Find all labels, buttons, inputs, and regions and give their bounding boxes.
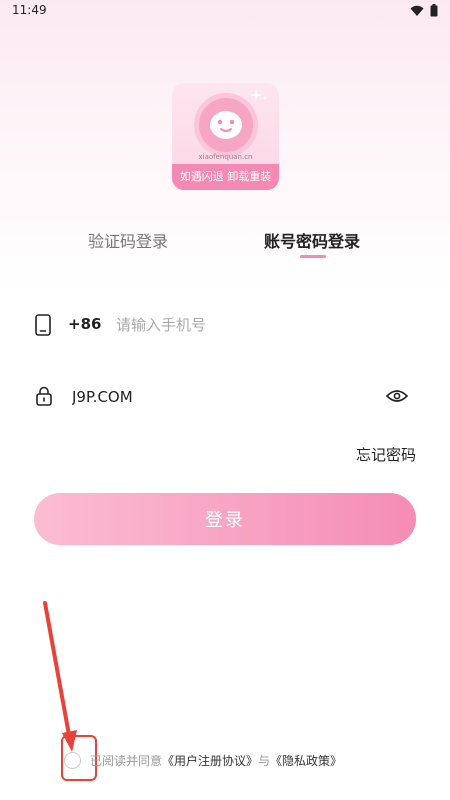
agreement-text: 已阅读并同意《用户注册协议》与《隐私政策》 [90,752,342,769]
wifi-icon [410,5,424,16]
status-icons [410,4,438,17]
app-logo: xiaofenquan.cn 如遇闪退 卸载重装 [172,83,279,190]
agreement-prefix: 已阅读并同意 [90,754,163,768]
tab-sms-login[interactable]: 验证码登录 [88,228,168,252]
country-code[interactable]: +86 [68,315,101,333]
login-button[interactable]: 登录 [34,493,416,545]
tab-password-login[interactable]: 账号密码登录 [264,228,360,252]
smiley-face-icon [210,111,242,139]
logo-face-icon [194,93,258,157]
phone-input[interactable] [116,313,396,337]
logo-url: xiaofenquan.cn [198,153,253,161]
tab-active-indicator [300,255,326,258]
forgot-password-link[interactable]: 忘记密码 [356,444,416,465]
password-input[interactable] [72,385,362,409]
status-bar: 11:49 [0,0,450,22]
user-agreement-link[interactable]: 《用户注册协议》 [162,754,258,768]
lock-icon [36,386,52,406]
phone-icon [35,314,51,336]
agreement-conjunction: 与 [258,754,271,768]
logo-banner: 如遇闪退 卸载重装 [172,164,279,190]
sparkle-icon [250,89,268,101]
privacy-policy-link[interactable]: 《隐私政策》 [270,754,342,768]
battery-icon [430,4,438,17]
status-time: 11:49 [12,3,47,17]
eye-icon[interactable] [386,389,408,403]
